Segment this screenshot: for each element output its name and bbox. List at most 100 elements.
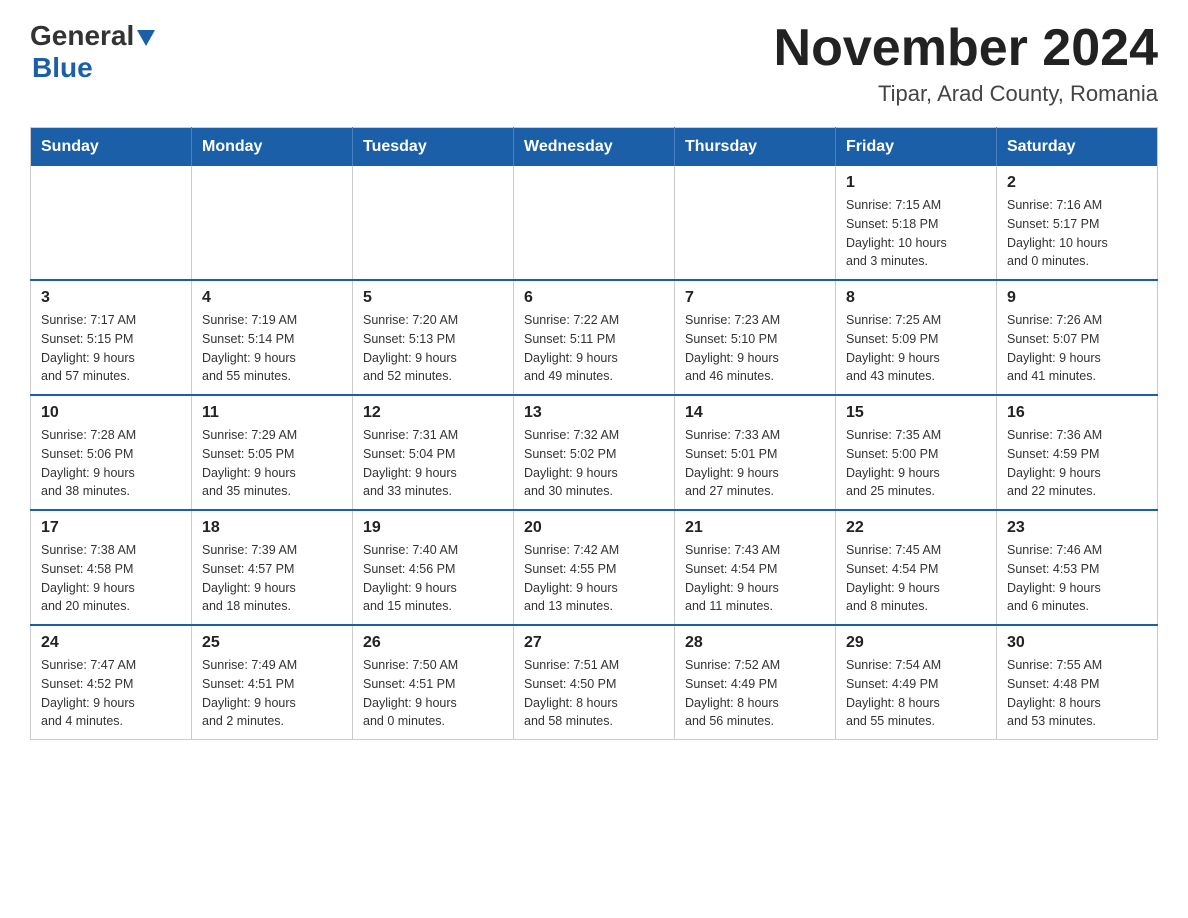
day-number: 26 <box>363 634 503 652</box>
page-title: November 2024 <box>774 20 1158 77</box>
table-row: 12Sunrise: 7:31 AMSunset: 5:04 PMDayligh… <box>353 395 514 510</box>
day-number: 15 <box>846 404 986 422</box>
day-info: Sunrise: 7:49 AMSunset: 4:51 PMDaylight:… <box>202 656 342 731</box>
table-row: 18 Sunrise: 7:39 AMSunset: 4:57 PMDayligh… <box>192 510 353 625</box>
calendar-week-row: 17 Sunrise: 7:38 AMSunset: 4:58 PMDayligh… <box>31 510 1158 625</box>
header-sunday: Sunday <box>31 128 192 167</box>
day-info: Sunrise: 7:46 AMSunset: 4:53 PMDaylight:… <box>1007 541 1147 616</box>
calendar-week-row: 24Sunrise: 7:47 AMSunset: 4:52 PMDayligh… <box>31 625 1158 740</box>
header-thursday: Thursday <box>675 128 836 167</box>
table-row: 27 Sunrise: 7:51 AMSunset: 4:50 PMDayligh… <box>514 625 675 740</box>
calendar-week-row: 10Sunrise: 7:28 AMSunset: 5:06 PMDayligh… <box>31 395 1158 510</box>
day-info: Sunrise: 7:51 AMSunset: 4:50 PMDaylight:… <box>524 656 664 731</box>
day-number: 22 <box>846 519 986 537</box>
table-row: 10Sunrise: 7:28 AMSunset: 5:06 PMDayligh… <box>31 395 192 510</box>
day-number: 19 <box>363 519 503 537</box>
day-number: 30 <box>1007 634 1147 652</box>
table-row: 24Sunrise: 7:47 AMSunset: 4:52 PMDayligh… <box>31 625 192 740</box>
day-number: 13 <box>524 404 664 422</box>
table-row: 20Sunrise: 7:42 AMSunset: 4:55 PMDayligh… <box>514 510 675 625</box>
day-info: Sunrise: 7:45 AMSunset: 4:54 PMDaylight:… <box>846 541 986 616</box>
header-saturday: Saturday <box>997 128 1158 167</box>
day-info: Sunrise: 7:50 AMSunset: 4:51 PMDaylight:… <box>363 656 503 731</box>
table-row: 15Sunrise: 7:35 AMSunset: 5:00 PMDayligh… <box>836 395 997 510</box>
day-info: Sunrise: 7:40 AMSunset: 4:56 PMDaylight:… <box>363 541 503 616</box>
table-row <box>675 166 836 280</box>
calendar-week-row: 3 Sunrise: 7:17 AMSunset: 5:15 PMDaylight… <box>31 280 1158 395</box>
day-number: 27 <box>524 634 664 652</box>
day-info: Sunrise: 7:29 AMSunset: 5:05 PMDaylight:… <box>202 426 342 501</box>
day-info: Sunrise: 7:36 AMSunset: 4:59 PMDaylight:… <box>1007 426 1147 501</box>
day-number: 12 <box>363 404 503 422</box>
table-row: 3 Sunrise: 7:17 AMSunset: 5:15 PMDaylight… <box>31 280 192 395</box>
logo-blue-text: Blue <box>32 52 93 83</box>
day-info: Sunrise: 7:39 AMSunset: 4:57 PMDaylight:… <box>202 541 342 616</box>
table-row: 9 Sunrise: 7:26 AMSunset: 5:07 PMDaylight… <box>997 280 1158 395</box>
day-info: Sunrise: 7:42 AMSunset: 4:55 PMDaylight:… <box>524 541 664 616</box>
day-number: 1 <box>846 174 986 192</box>
table-row: 7Sunrise: 7:23 AMSunset: 5:10 PMDaylight… <box>675 280 836 395</box>
table-row: 4 Sunrise: 7:19 AMSunset: 5:14 PMDaylight… <box>192 280 353 395</box>
day-number: 21 <box>685 519 825 537</box>
day-number: 18 <box>202 519 342 537</box>
day-info: Sunrise: 7:43 AMSunset: 4:54 PMDaylight:… <box>685 541 825 616</box>
day-info: Sunrise: 7:17 AMSunset: 5:15 PMDaylight:… <box>41 311 181 386</box>
table-row <box>192 166 353 280</box>
table-row: 11 Sunrise: 7:29 AMSunset: 5:05 PMDayligh… <box>192 395 353 510</box>
table-row: 1 Sunrise: 7:15 AMSunset: 5:18 PMDaylight… <box>836 166 997 280</box>
table-row: 14 Sunrise: 7:33 AMSunset: 5:01 PMDayligh… <box>675 395 836 510</box>
day-info: Sunrise: 7:33 AMSunset: 5:01 PMDaylight:… <box>685 426 825 501</box>
day-info: Sunrise: 7:25 AMSunset: 5:09 PMDaylight:… <box>846 311 986 386</box>
table-row: 17 Sunrise: 7:38 AMSunset: 4:58 PMDayligh… <box>31 510 192 625</box>
table-row <box>514 166 675 280</box>
day-info: Sunrise: 7:22 AMSunset: 5:11 PMDaylight:… <box>524 311 664 386</box>
day-number: 24 <box>41 634 181 652</box>
day-number: 6 <box>524 289 664 307</box>
table-row: 19 Sunrise: 7:40 AMSunset: 4:56 PMDayligh… <box>353 510 514 625</box>
table-row: 29Sunrise: 7:54 AMSunset: 4:49 PMDayligh… <box>836 625 997 740</box>
table-row: 8 Sunrise: 7:25 AMSunset: 5:09 PMDaylight… <box>836 280 997 395</box>
day-number: 28 <box>685 634 825 652</box>
table-row: 26 Sunrise: 7:50 AMSunset: 4:51 PMDayligh… <box>353 625 514 740</box>
table-row: 30Sunrise: 7:55 AMSunset: 4:48 PMDayligh… <box>997 625 1158 740</box>
logo-general-text: General <box>30 20 134 52</box>
day-number: 9 <box>1007 289 1147 307</box>
header-wednesday: Wednesday <box>514 128 675 167</box>
day-number: 23 <box>1007 519 1147 537</box>
day-info: Sunrise: 7:15 AMSunset: 5:18 PMDaylight:… <box>846 196 986 271</box>
table-row: 5 Sunrise: 7:20 AMSunset: 5:13 PMDaylight… <box>353 280 514 395</box>
table-row: 13Sunrise: 7:32 AMSunset: 5:02 PMDayligh… <box>514 395 675 510</box>
title-block: November 2024 Tipar, Arad County, Romani… <box>774 20 1158 107</box>
day-number: 29 <box>846 634 986 652</box>
calendar-header-row: Sunday Monday Tuesday Wednesday Thursday… <box>31 128 1158 167</box>
logo: General Blue <box>30 20 157 84</box>
day-info: Sunrise: 7:19 AMSunset: 5:14 PMDaylight:… <box>202 311 342 386</box>
logo-triangle-icon <box>135 26 157 48</box>
day-number: 17 <box>41 519 181 537</box>
day-number: 7 <box>685 289 825 307</box>
calendar-week-row: 1 Sunrise: 7:15 AMSunset: 5:18 PMDaylight… <box>31 166 1158 280</box>
table-row: 23 Sunrise: 7:46 AMSunset: 4:53 PMDayligh… <box>997 510 1158 625</box>
table-row <box>353 166 514 280</box>
day-number: 5 <box>363 289 503 307</box>
table-row: 25Sunrise: 7:49 AMSunset: 4:51 PMDayligh… <box>192 625 353 740</box>
calendar-table: Sunday Monday Tuesday Wednesday Thursday… <box>30 127 1158 740</box>
day-info: Sunrise: 7:28 AMSunset: 5:06 PMDaylight:… <box>41 426 181 501</box>
day-info: Sunrise: 7:38 AMSunset: 4:58 PMDaylight:… <box>41 541 181 616</box>
table-row: 16Sunrise: 7:36 AMSunset: 4:59 PMDayligh… <box>997 395 1158 510</box>
day-number: 3 <box>41 289 181 307</box>
table-row: 28Sunrise: 7:52 AMSunset: 4:49 PMDayligh… <box>675 625 836 740</box>
day-info: Sunrise: 7:26 AMSunset: 5:07 PMDaylight:… <box>1007 311 1147 386</box>
page-header: General Blue November 2024 Tipar, Arad C… <box>30 20 1158 107</box>
table-row: 22 Sunrise: 7:45 AMSunset: 4:54 PMDayligh… <box>836 510 997 625</box>
day-number: 4 <box>202 289 342 307</box>
day-number: 11 <box>202 404 342 422</box>
table-row: 2 Sunrise: 7:16 AMSunset: 5:17 PMDaylight… <box>997 166 1158 280</box>
page-subtitle: Tipar, Arad County, Romania <box>774 81 1158 107</box>
day-info: Sunrise: 7:20 AMSunset: 5:13 PMDaylight:… <box>363 311 503 386</box>
day-number: 2 <box>1007 174 1147 192</box>
day-number: 8 <box>846 289 986 307</box>
day-number: 14 <box>685 404 825 422</box>
day-info: Sunrise: 7:16 AMSunset: 5:17 PMDaylight:… <box>1007 196 1147 271</box>
header-tuesday: Tuesday <box>353 128 514 167</box>
